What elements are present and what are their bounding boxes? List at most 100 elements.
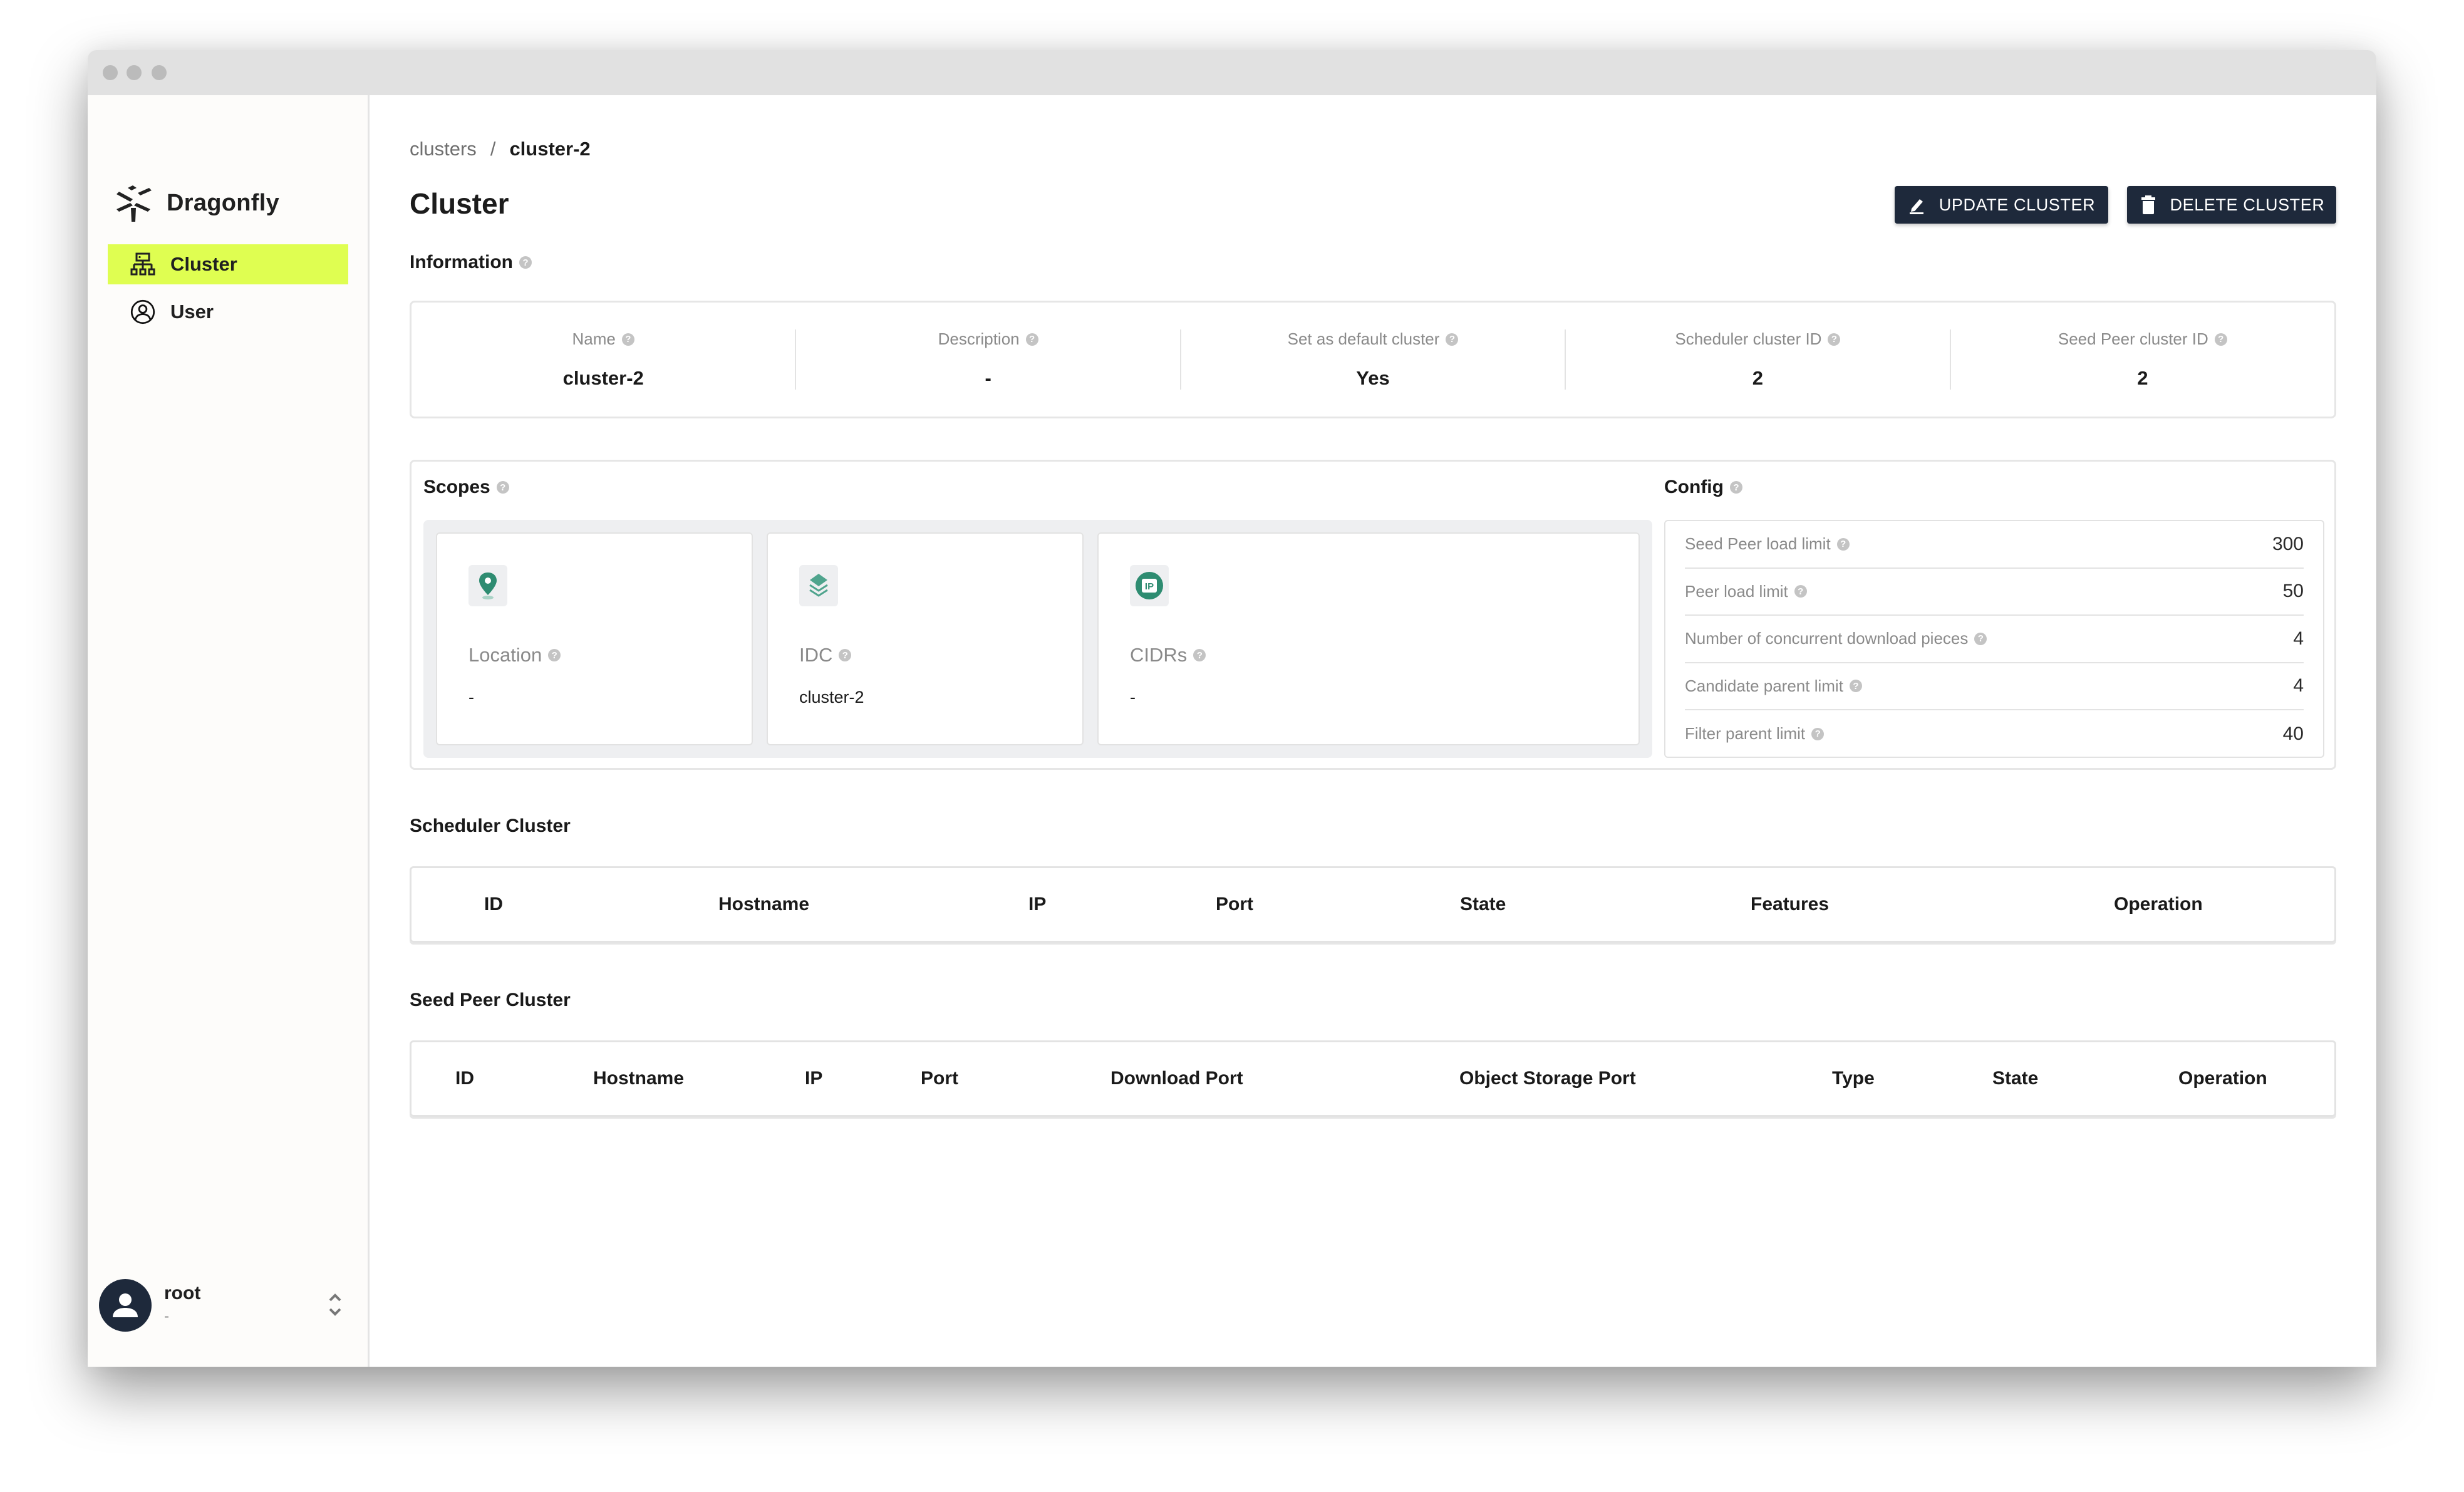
config-label-text: Number of concurrent download pieces <box>1685 629 1969 648</box>
column-header[interactable]: ID <box>455 1042 474 1115</box>
config-row: Seed Peer load limit? 300 <box>1685 521 2304 569</box>
help-icon[interactable]: ? <box>1828 333 1841 346</box>
scheduler-cluster-title: Scheduler Cluster <box>410 816 571 836</box>
column-header[interactable]: ID <box>484 868 503 941</box>
help-icon[interactable]: ? <box>1794 585 1807 598</box>
page-title: Cluster <box>410 187 509 220</box>
scope-label: IDC? <box>799 644 852 666</box>
scopes-config-panel: Scopes ? Location? - IDC ? cluster-2 IP … <box>410 460 2336 770</box>
info-label: Scheduler cluster ID? <box>1675 329 1841 349</box>
info-label: Name? <box>572 329 634 349</box>
window-titlebar <box>88 50 2376 95</box>
seed-peer-cluster-table: ID Hostname IP Port Download Port Object… <box>410 1040 2336 1117</box>
config-row: Candidate parent limit? 4 <box>1685 663 2304 710</box>
column-header[interactable]: Features <box>1751 868 1829 941</box>
config-value: 4 <box>2293 628 2304 649</box>
column-header[interactable]: State <box>1992 1042 2038 1115</box>
config-row: Peer load limit? 50 <box>1685 569 2304 616</box>
config-row: Number of concurrent download pieces? 4 <box>1685 616 2304 663</box>
help-icon[interactable]: ? <box>548 649 561 661</box>
info-value: cluster-2 <box>562 367 644 389</box>
update-cluster-button[interactable]: UPDATE CLUSTER <box>1895 186 2108 224</box>
column-header[interactable]: Operation <box>2114 868 2203 941</box>
avatar[interactable] <box>99 1279 152 1332</box>
help-icon[interactable]: ? <box>1446 333 1459 346</box>
scope-card-location: Location? - <box>436 532 753 745</box>
sidebar-item-label: User <box>170 301 214 323</box>
config-value: 50 <box>2282 581 2304 602</box>
help-icon[interactable]: ? <box>519 256 532 269</box>
scopes-title-text: Scopes <box>423 477 490 497</box>
info-field-description: Description? - <box>796 329 1181 390</box>
scope-card-cidrs: IP CIDRs? - <box>1097 532 1640 745</box>
config-label: Filter parent limit? <box>1685 724 1825 743</box>
scope-value: cluster-2 <box>799 688 864 707</box>
help-icon[interactable]: ? <box>621 333 634 346</box>
config-label-text: Seed Peer load limit <box>1685 534 1831 554</box>
column-header[interactable]: Port <box>921 1042 958 1115</box>
info-label: Description? <box>938 329 1038 349</box>
update-cluster-label: UPDATE CLUSTER <box>1939 195 2096 214</box>
window-close-button[interactable] <box>103 65 118 80</box>
sidebar-item-cluster[interactable]: Cluster <box>108 244 348 284</box>
column-header[interactable]: Download Port <box>1110 1042 1243 1115</box>
person-icon <box>113 1293 138 1317</box>
config-value: 40 <box>2282 723 2304 744</box>
column-header[interactable]: Hostname <box>593 1042 684 1115</box>
scopes-tray: Location? - IDC? cluster-2 IP CIDRs ? - <box>423 520 1652 758</box>
breadcrumb-current: cluster-2 <box>509 138 591 160</box>
help-icon[interactable]: ? <box>839 649 852 661</box>
svg-text:IP: IP <box>1145 581 1154 592</box>
help-icon[interactable]: ? <box>2214 333 2227 346</box>
help-icon[interactable]: ? <box>1193 649 1206 661</box>
delete-cluster-button[interactable]: DELETE CLUSTER <box>2127 186 2336 224</box>
help-icon[interactable]: ? <box>1974 632 1987 645</box>
scopes-title: Scopes ? <box>423 477 509 498</box>
cluster-icon <box>130 252 155 277</box>
scheduler-cluster-table: ID Hostname IP Port State Features Opera… <box>410 866 2336 943</box>
user-circle-icon <box>130 299 155 324</box>
column-header[interactable]: State <box>1460 868 1506 941</box>
scope-value: - <box>1130 688 1136 707</box>
column-header[interactable]: IP <box>805 1042 822 1115</box>
scope-label-text: CIDRs <box>1130 644 1188 666</box>
info-value: - <box>985 367 991 389</box>
dragonfly-logo-icon <box>114 183 154 223</box>
column-header[interactable]: Operation <box>2178 1042 2267 1115</box>
config-value: 4 <box>2293 675 2304 697</box>
location-pin-icon <box>468 565 507 606</box>
chevron-up-down-icon[interactable] <box>326 1288 344 1323</box>
help-icon[interactable]: ? <box>1811 727 1825 740</box>
info-value: 2 <box>2137 367 2148 389</box>
profile-name: root <box>164 1283 201 1303</box>
breadcrumb: clusters / cluster-2 <box>410 138 591 160</box>
information-title-text: Information <box>410 252 513 272</box>
sidebar-item-label: Cluster <box>170 253 237 275</box>
help-icon[interactable]: ? <box>1849 680 1862 693</box>
help-icon[interactable]: ? <box>1729 481 1742 494</box>
sidebar: Dragonfly Cluster User root - <box>88 95 370 1367</box>
window-maximize-button[interactable] <box>152 65 167 80</box>
breadcrumb-separator: / <box>490 138 496 160</box>
column-header[interactable]: IP <box>1028 868 1046 941</box>
info-label-text: Description <box>938 329 1020 348</box>
breadcrumb-clusters-link[interactable]: clusters <box>410 138 477 160</box>
help-icon[interactable]: ? <box>1836 537 1850 551</box>
config-label-text: Candidate parent limit <box>1685 676 1843 695</box>
info-value: Yes <box>1356 367 1390 389</box>
config-title-text: Config <box>1664 477 1724 497</box>
window-minimize-button[interactable] <box>127 65 142 80</box>
column-header[interactable]: Hostname <box>718 868 809 941</box>
pencil-icon <box>1908 195 1927 214</box>
user-profile[interactable]: root - <box>99 1279 356 1335</box>
information-card: Name? cluster-2 Description? - Set as de… <box>410 301 2336 418</box>
info-label-text: Name <box>572 329 616 348</box>
config-label: Candidate parent limit? <box>1685 676 1862 696</box>
info-value: 2 <box>1752 367 1764 389</box>
column-header[interactable]: Port <box>1216 868 1253 941</box>
sidebar-item-user[interactable]: User <box>108 292 348 332</box>
column-header[interactable]: Type <box>1832 1042 1875 1115</box>
help-icon[interactable]: ? <box>496 481 509 494</box>
column-header[interactable]: Object Storage Port <box>1459 1042 1636 1115</box>
help-icon[interactable]: ? <box>1025 333 1038 346</box>
